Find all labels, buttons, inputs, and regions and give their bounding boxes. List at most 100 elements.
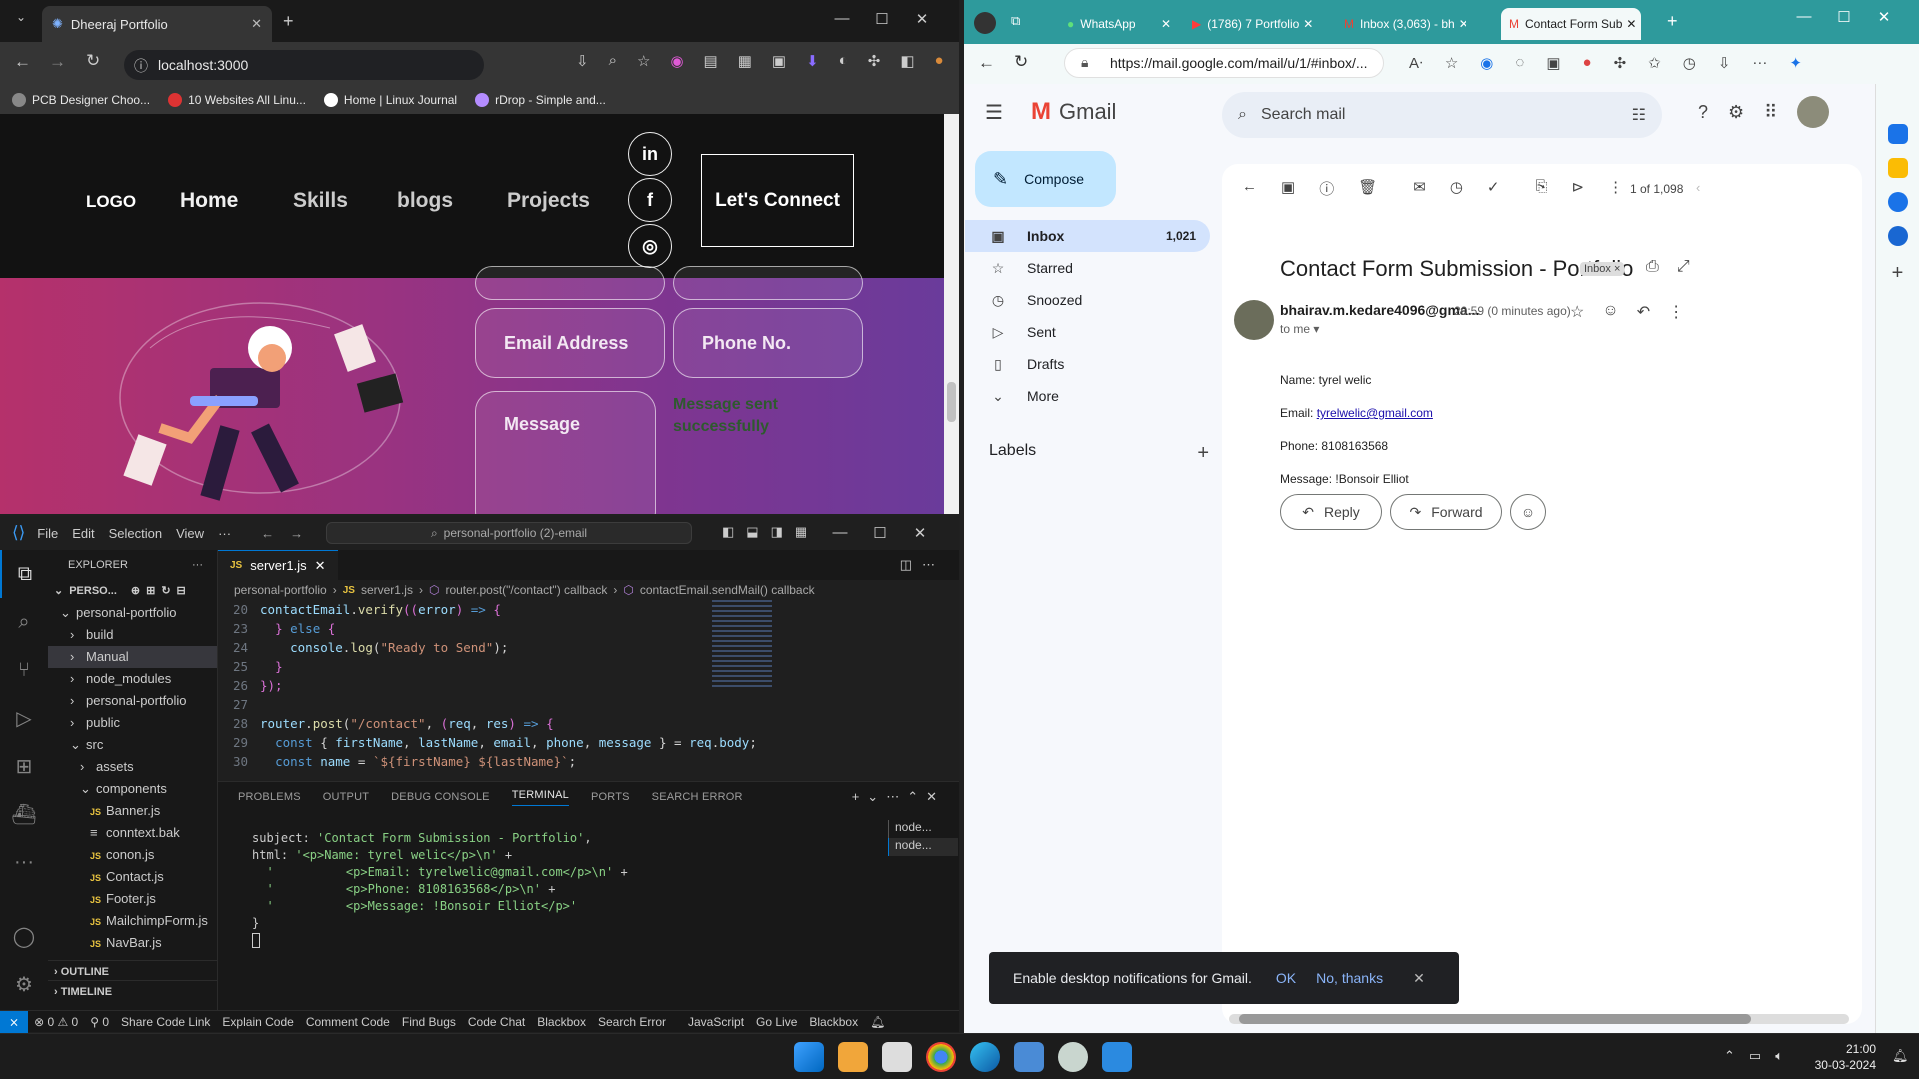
widgets-icon[interactable] xyxy=(838,1042,868,1072)
tree-item[interactable]: ⌄ components xyxy=(48,778,217,800)
menu-edit[interactable]: Edit xyxy=(72,526,94,541)
network-icon[interactable]: ▭ xyxy=(1749,1048,1761,1064)
language-mode[interactable]: JavaScript xyxy=(682,1015,750,1029)
extension-2-icon[interactable]: ◌ xyxy=(1515,54,1524,72)
extensions-puzzle-icon[interactable]: ✣ xyxy=(1614,54,1627,72)
tab-debug-console[interactable]: DEBUG CONSOLE xyxy=(391,791,490,803)
site-logo[interactable]: LOGO xyxy=(86,192,136,212)
nav-drafts[interactable]: ▯ Drafts xyxy=(965,348,1210,380)
panel-actions[interactable]: +⌄⋯⌃✕ xyxy=(852,789,945,805)
tab-output[interactable]: OUTPUT xyxy=(323,791,369,803)
tree-item[interactable]: › Manual xyxy=(48,646,217,668)
install-icon[interactable]: ⇩ xyxy=(576,52,589,70)
notification-bell-icon[interactable]: 🔔︎ xyxy=(1892,1048,1909,1064)
reload-icon[interactable]: ↻ xyxy=(1014,52,1028,72)
sidepanel-icon[interactable]: ◧ xyxy=(900,52,914,70)
project-root[interactable]: ⌄ PERSO... ⊕⊞↻⊟ xyxy=(48,580,217,602)
extension-doc-icon[interactable]: ▤ xyxy=(704,52,718,70)
minimap[interactable] xyxy=(712,600,772,690)
message-field[interactable]: Message xyxy=(475,391,656,514)
star-icon[interactable]: ☆ xyxy=(1570,302,1584,322)
remote-icon[interactable]: ⨯ xyxy=(0,1010,29,1033)
more-vert-icon[interactable]: ⋮ xyxy=(1668,302,1684,322)
downloads-icon[interactable]: ⇩ xyxy=(1718,54,1731,72)
mark-unread-icon[interactable]: ✉ xyxy=(1413,178,1426,199)
workspaces-icon[interactable]: ⧉ xyxy=(1011,13,1020,29)
clock[interactable]: 21:00 30-03-2024 xyxy=(1808,1041,1876,1073)
tree-item[interactable]: JS Contact.js xyxy=(48,866,217,888)
nav-home[interactable]: Home xyxy=(180,189,238,213)
extensions-icon[interactable]: ⊞ xyxy=(0,742,48,790)
more-icon[interactable]: ⋮ xyxy=(1608,178,1623,199)
phone-field[interactable]: Phone No. xyxy=(673,308,863,378)
facebook-icon[interactable]: f xyxy=(628,178,672,222)
chrome-icon[interactable] xyxy=(926,1042,956,1072)
toggle-secondary-icon[interactable]: ◨ xyxy=(771,524,783,540)
notifications-bell-icon[interactable]: 🔔︎ xyxy=(864,1015,891,1029)
open-new-window-icon[interactable]: ⤢ xyxy=(1677,258,1690,276)
print-icon[interactable]: ⎙ xyxy=(1646,258,1659,276)
back-to-inbox-icon[interactable]: ← xyxy=(1242,178,1257,199)
share-code-link[interactable]: Share Code Link xyxy=(115,1015,216,1029)
bookmark-star-icon[interactable]: ☆ xyxy=(637,52,650,70)
extension-1-icon[interactable]: ◉ xyxy=(1480,54,1493,72)
blackbox-2[interactable]: Blackbox xyxy=(803,1015,864,1029)
notify-no-button[interactable]: No, thanks xyxy=(1316,970,1383,986)
report-spam-icon[interactable]: ⓘ xyxy=(1319,178,1334,199)
search-view-icon[interactable]: ⌕ xyxy=(0,598,48,646)
lets-connect-button[interactable]: Let's Connect xyxy=(701,154,854,247)
source-control-icon[interactable]: ⑂ xyxy=(0,646,48,694)
linkedin-icon[interactable]: in xyxy=(628,132,672,176)
apps-grid-icon[interactable]: ⠿ xyxy=(1764,102,1777,128)
instagram-icon[interactable]: ◎ xyxy=(628,224,672,268)
account-avatar[interactable] xyxy=(1797,96,1830,128)
close-window-icon[interactable]: ✕ xyxy=(902,10,942,28)
menu-view[interactable]: View xyxy=(176,526,204,541)
recipient-line[interactable]: to me ▾ xyxy=(1280,322,1319,336)
compose-button[interactable]: ✎ Compose xyxy=(975,151,1116,207)
history-icon[interactable]: ◷ xyxy=(1683,54,1696,72)
emoji-reaction-button[interactable]: ☺ xyxy=(1510,494,1546,530)
sender-address[interactable]: bhairav.m.kedare4096@gma... xyxy=(1280,302,1479,318)
tree-item[interactable]: › public xyxy=(48,712,217,734)
outline-section[interactable]: › OUTLINE xyxy=(48,960,217,982)
notify-ok-button[interactable]: OK xyxy=(1276,970,1296,986)
nav-forward-icon[interactable]: → xyxy=(290,526,303,541)
emoji-react-icon[interactable]: ☺ xyxy=(1602,302,1618,322)
extension-bars-icon[interactable]: ▦ xyxy=(738,52,752,70)
vscode-taskbar-icon[interactable] xyxy=(1102,1042,1132,1072)
tab-search-error[interactable]: SEARCH ERROR xyxy=(652,791,743,803)
menu-file[interactable]: File xyxy=(37,526,58,541)
read-aloud-icon[interactable]: Aᐧ xyxy=(1409,54,1423,72)
edge-icon[interactable] xyxy=(970,1042,1000,1072)
toggle-sidebar-icon[interactable]: ◧ xyxy=(722,524,734,540)
search-mail-input[interactable]: ⌕ Search mail ☷ xyxy=(1222,92,1662,138)
horizontal-scrollbar[interactable] xyxy=(1229,1014,1849,1024)
ports-status[interactable]: ⚲ 0 xyxy=(84,1015,115,1029)
close-icon[interactable]: ✕ xyxy=(1413,970,1425,987)
menu-selection[interactable]: Selection xyxy=(109,526,162,541)
chrome-address-bar[interactable]: ⓘ localhost:3000 xyxy=(124,50,484,80)
tab-problems[interactable]: PROBLEMS xyxy=(238,791,301,803)
file-explorer-icon[interactable] xyxy=(882,1042,912,1072)
terminal-output[interactable]: subject: 'Contact Form Submission - Port… xyxy=(218,812,959,949)
name-field-partial[interactable] xyxy=(475,266,665,300)
contacts-icon[interactable] xyxy=(1887,226,1908,246)
editor-actions[interactable]: ◫⋯ xyxy=(900,557,945,573)
code-chat[interactable]: Code Chat xyxy=(462,1015,531,1029)
search-error[interactable]: Search Error xyxy=(592,1015,672,1029)
code-editor[interactable]: 20 contactEmail.verify((error) => { 23 } … xyxy=(218,600,959,771)
reload-icon[interactable]: ↻ xyxy=(86,51,100,71)
extension-g-icon[interactable]: ◐ xyxy=(839,52,848,70)
close-window-icon[interactable]: ✕ xyxy=(900,524,940,542)
chrome-tab-active[interactable]: ✺ Dheeraj Portfolio ✕ xyxy=(42,6,272,42)
back-icon[interactable]: ← xyxy=(14,52,31,72)
edge-tab-contact-form[interactable]: M Contact Form Sub ✕ xyxy=(1501,8,1641,40)
explorer-icon[interactable]: ⧉ xyxy=(0,550,48,598)
sender-avatar[interactable] xyxy=(1234,300,1274,340)
explain-code[interactable]: Explain Code xyxy=(216,1015,299,1029)
tab-ports[interactable]: PORTS xyxy=(591,791,630,803)
inbox-label-chip[interactable]: Inbox × xyxy=(1580,262,1625,276)
tree-item[interactable]: › personal-portfolio xyxy=(48,690,217,712)
tree-item[interactable]: JS conon.js xyxy=(48,844,217,866)
